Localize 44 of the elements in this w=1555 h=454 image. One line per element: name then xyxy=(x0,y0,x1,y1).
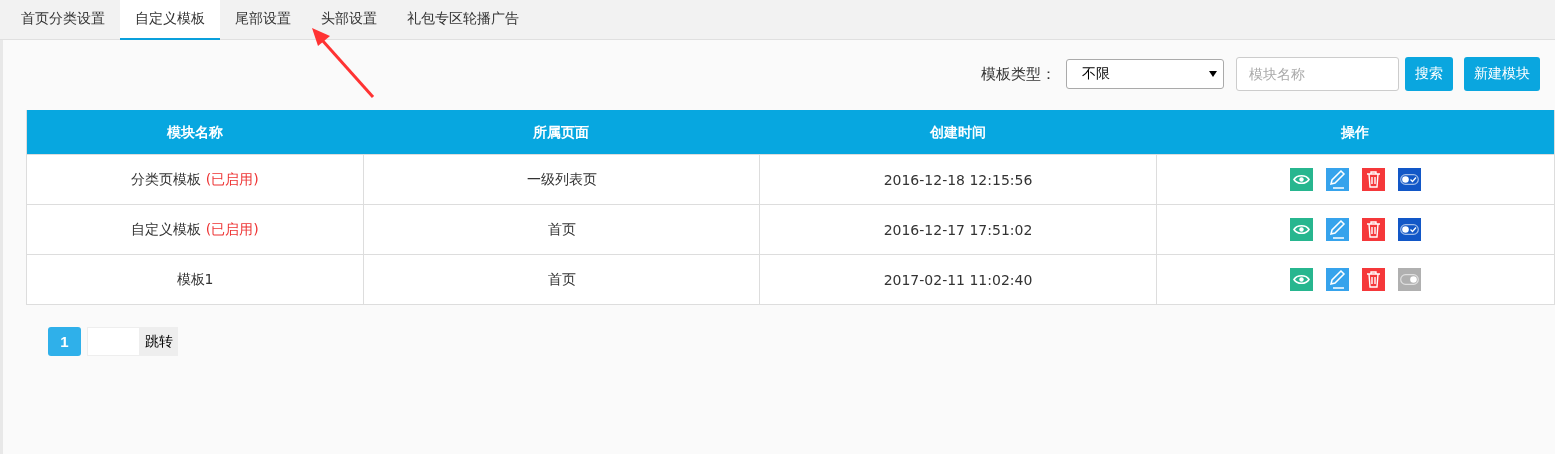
column-header: 操作 xyxy=(1340,122,1370,142)
tab[interactable]: 礼包专区轮播广告 xyxy=(392,0,534,40)
filter-label: 模板类型： xyxy=(981,64,1056,84)
column-header: 所属页面 xyxy=(532,122,590,142)
pencil-icon xyxy=(1329,270,1346,289)
tab[interactable]: 头部设置 xyxy=(306,0,392,40)
trash-icon xyxy=(1366,171,1381,188)
edit-button[interactable] xyxy=(1326,268,1349,291)
edit-button[interactable] xyxy=(1326,218,1349,241)
toggle-button[interactable] xyxy=(1398,268,1421,291)
edit-button[interactable] xyxy=(1326,168,1349,191)
table-cell-text: 分类页模板 (已启用) xyxy=(130,169,260,189)
column-header: 创建时间 xyxy=(928,122,987,142)
view-button[interactable] xyxy=(1290,218,1313,241)
switch-icon xyxy=(1400,224,1419,235)
table-cell: 首页 xyxy=(363,255,759,304)
table-cell-text: 自定义模板 (已启用) xyxy=(130,219,260,239)
table-cell-text: 模板1 xyxy=(175,269,215,289)
eye-icon xyxy=(1293,174,1310,185)
delete-button[interactable] xyxy=(1362,218,1385,241)
switch-icon xyxy=(1400,274,1419,285)
table-cell: 2017-02-11 11:02:40 xyxy=(759,255,1156,304)
annotation-arrow xyxy=(312,28,375,98)
trash-icon xyxy=(1366,271,1381,288)
column-header: 模块名称 xyxy=(166,122,224,142)
trash-icon xyxy=(1366,221,1381,238)
tab[interactable]: 尾部设置 xyxy=(220,0,306,40)
tab[interactable]: 首页分类设置 xyxy=(6,0,120,40)
toggle-button[interactable] xyxy=(1398,218,1421,241)
pencil-icon xyxy=(1329,170,1346,189)
jump-button[interactable]: 跳转 xyxy=(140,327,178,356)
tab[interactable]: 自定义模板 xyxy=(120,0,220,40)
type-select[interactable]: 不限 xyxy=(1066,59,1224,89)
eye-icon xyxy=(1293,274,1310,285)
delete-button[interactable] xyxy=(1362,168,1385,191)
caret-icon xyxy=(1209,71,1217,77)
view-button[interactable] xyxy=(1290,168,1313,191)
toggle-button[interactable] xyxy=(1398,168,1421,191)
switch-icon xyxy=(1400,174,1419,185)
search-field[interactable]: 模块名称 xyxy=(1236,57,1399,91)
eye-icon xyxy=(1293,224,1310,235)
delete-button[interactable] xyxy=(1362,268,1385,291)
pencil-icon xyxy=(1329,220,1346,239)
view-button[interactable] xyxy=(1290,268,1313,291)
